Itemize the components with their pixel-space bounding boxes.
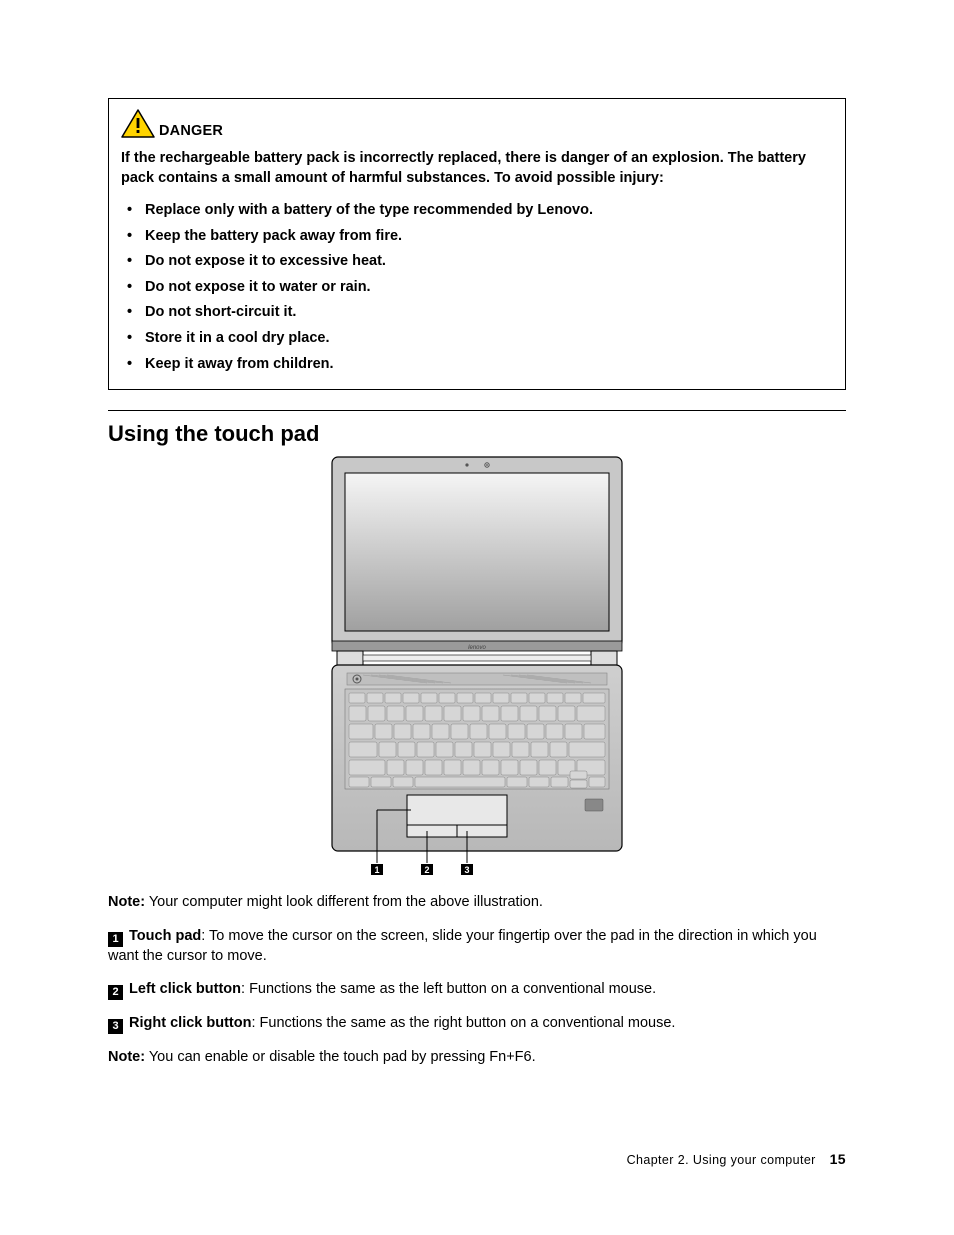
danger-item: Do not short-circuit it.	[127, 300, 833, 326]
section-rule	[108, 410, 846, 411]
callout-term: Left click button	[129, 981, 241, 997]
footer-chapter: Chapter 2. Using your computer	[627, 1153, 816, 1167]
svg-text:lenovo: lenovo	[468, 645, 486, 651]
danger-label: DANGER	[159, 123, 223, 139]
note-label: Note:	[108, 894, 145, 910]
callout-number-icon: 2	[108, 985, 123, 1000]
danger-item: Keep it away from children.	[127, 352, 833, 378]
danger-item: Do not expose it to excessive heat.	[127, 249, 833, 275]
callout-label-3: 3	[464, 865, 469, 875]
callout-number-icon: 3	[108, 1019, 123, 1034]
danger-item: Keep the battery pack away from fire.	[127, 224, 833, 250]
callout-left-click: 2 Left click button: Functions the same …	[108, 980, 846, 1000]
danger-item: Do not expose it to water or rain.	[127, 275, 833, 301]
danger-list: Replace only with a battery of the type …	[121, 198, 833, 377]
note-different-look: Note: Your computer might look different…	[108, 893, 846, 913]
danger-paragraph: If the rechargeable battery pack is inco…	[121, 149, 833, 188]
laptop-illustration: lenovo	[108, 455, 846, 875]
callout-term: Right click button	[129, 1015, 251, 1031]
note-text: Your computer might look different from …	[145, 894, 543, 910]
laptop-svg: lenovo	[327, 455, 627, 875]
callout-label-2: 2	[424, 865, 429, 875]
footer-page-number: 15	[830, 1151, 846, 1167]
danger-header: DANGER	[121, 109, 833, 139]
callout-text: : Functions the same as the left button …	[241, 981, 656, 997]
callout-right-click: 3 Right click button: Functions the same…	[108, 1014, 846, 1034]
danger-box: DANGER If the rechargeable battery pack …	[108, 98, 846, 390]
danger-triangle-icon	[121, 109, 155, 139]
page-footer: Chapter 2. Using your computer 15	[627, 1151, 846, 1167]
callout-touchpad: 1 Touch pad: To move the cursor on the s…	[108, 927, 846, 966]
callout-text: : To move the cursor on the screen, slid…	[108, 928, 817, 964]
callout-text: : Functions the same as the right button…	[251, 1015, 675, 1031]
danger-item: Replace only with a battery of the type …	[127, 198, 833, 224]
danger-item: Store it in a cool dry place.	[127, 326, 833, 352]
note-text: You can enable or disable the touch pad …	[145, 1049, 536, 1065]
note-fn-f6: Note: You can enable or disable the touc…	[108, 1048, 846, 1068]
callout-number-icon: 1	[108, 932, 123, 947]
section-title: Using the touch pad	[108, 421, 846, 447]
note-label: Note:	[108, 1049, 145, 1065]
callout-term: Touch pad	[129, 928, 201, 944]
callout-label-1: 1	[374, 865, 379, 875]
